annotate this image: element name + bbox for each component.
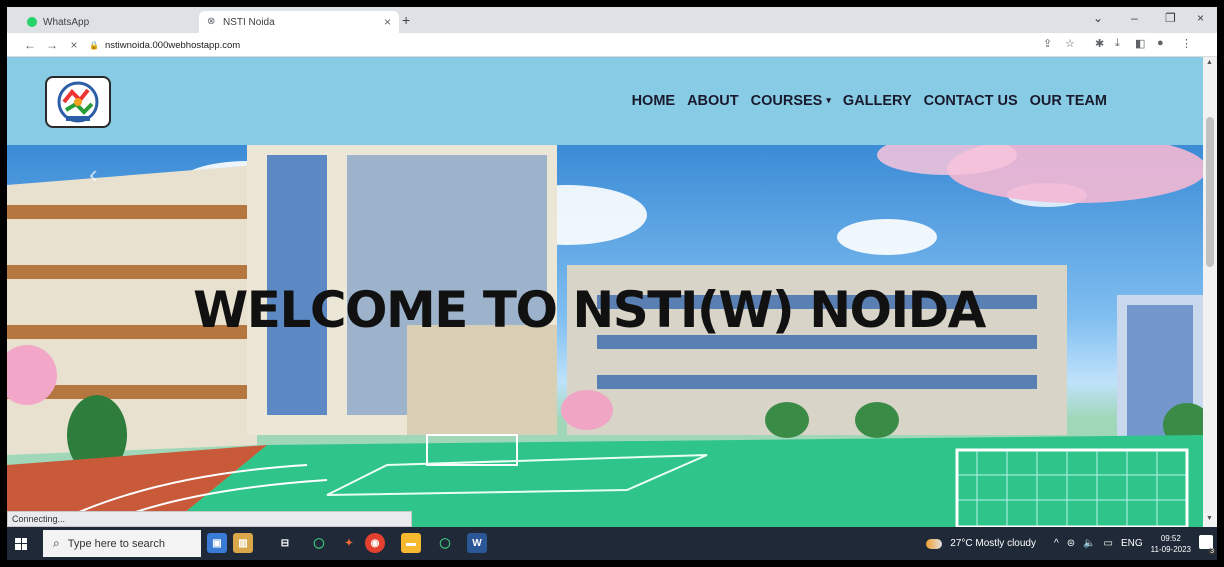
- edge-browser-icon[interactable]: ◯: [309, 533, 329, 553]
- site-logo[interactable]: [45, 76, 111, 128]
- weather-cloud-icon: [926, 538, 943, 549]
- menu-kebab-icon[interactable]: ⋮: [1181, 37, 1192, 50]
- volume-icon[interactable]: 🔈: [1083, 538, 1095, 549]
- bookmark-star-icon[interactable]: ☆: [1065, 37, 1075, 50]
- whatsapp-icon: [27, 17, 37, 27]
- books-icon[interactable]: ▥: [233, 533, 253, 553]
- nav-courses-label: COURSES: [750, 93, 823, 109]
- scroll-down-icon[interactable]: ▼: [1206, 515, 1213, 522]
- notification-badge: 3: [1208, 548, 1216, 555]
- status-bubble: Connecting...: [7, 511, 412, 527]
- carousel-prev-button[interactable]: ‹: [89, 159, 98, 190]
- search-placeholder: Type here to search: [67, 537, 165, 550]
- profile-icon[interactable]: ●: [1157, 37, 1164, 49]
- nav-our-team[interactable]: OUR TEAM: [1030, 93, 1107, 109]
- scroll-thumb[interactable]: [1206, 117, 1214, 267]
- word-icon[interactable]: W: [467, 533, 487, 553]
- clock-time: 09:52: [1160, 533, 1181, 543]
- tab-search-icon[interactable]: ⌄: [1093, 11, 1103, 25]
- tab-title: NSTI Noida: [223, 16, 275, 28]
- lock-icon: 🔒: [89, 40, 99, 50]
- tab-close-icon[interactable]: ×: [384, 15, 391, 29]
- firefox-icon[interactable]: ✦: [339, 533, 359, 553]
- clock-date: 11-09-2023: [1150, 544, 1191, 554]
- url-text: nstiwnoida.000webhostapp.com: [105, 39, 241, 51]
- browser-toolbar: ← → × 🔒 nstiwnoida.000webhostapp.com ⇪ ☆…: [7, 33, 1217, 57]
- extensions-icon[interactable]: ✱: [1095, 37, 1104, 50]
- side-panel-icon[interactable]: ◧: [1135, 37, 1145, 50]
- weather-text[interactable]: 27°C Mostly cloudy: [950, 538, 1036, 549]
- network-icon[interactable]: ⊜: [1067, 538, 1075, 549]
- hero-title: WELCOME TO NSTI(W) NOIDA: [193, 281, 986, 339]
- start-button[interactable]: [7, 527, 35, 560]
- windows-logo-icon: [15, 537, 27, 550]
- task-view-icon[interactable]: ⊟: [275, 533, 295, 553]
- battery-icon[interactable]: ▭: [1104, 538, 1113, 549]
- loading-globe-icon: ⊗: [207, 16, 216, 27]
- close-window-button[interactable]: ×: [1197, 11, 1204, 25]
- edge-dev-icon[interactable]: ◯: [435, 533, 455, 553]
- share-icon[interactable]: ⇪: [1043, 37, 1052, 50]
- nav-home[interactable]: HOME: [632, 93, 676, 109]
- nav-courses[interactable]: COURSES ▾: [751, 93, 831, 109]
- back-button[interactable]: ←: [19, 38, 41, 52]
- download-icon[interactable]: ⤓: [1115, 37, 1120, 50]
- file-explorer-icon[interactable]: ▬: [401, 533, 421, 553]
- notification-icon: [1199, 535, 1213, 549]
- windows-taskbar: ⌕ Type here to search ▣ ▥ ⊟ ◯ ✦ ◉ ▬ ◯ W …: [7, 527, 1217, 560]
- minimize-button[interactable]: –: [1131, 11, 1138, 25]
- web-page: HOME ABOUT COURSES ▾ GALLERY CONTACT US …: [7, 57, 1203, 527]
- nav-gallery[interactable]: GALLERY: [843, 93, 912, 109]
- new-tab-button[interactable]: +: [402, 12, 410, 28]
- stop-loading-button[interactable]: ×: [63, 38, 85, 52]
- scroll-up-icon[interactable]: ▲: [1206, 59, 1213, 66]
- main-nav: HOME ABOUT COURSES ▾ GALLERY CONTACT US …: [632, 93, 1107, 109]
- notification-center[interactable]: 3: [1199, 535, 1216, 555]
- tab-title: WhatsApp: [43, 16, 90, 28]
- taskbar-search[interactable]: ⌕ Type here to search: [43, 530, 201, 557]
- nav-contact-us[interactable]: CONTACT US: [924, 93, 1018, 109]
- forward-button[interactable]: →: [41, 38, 63, 52]
- tab-whatsapp[interactable]: WhatsApp ×: [19, 11, 219, 33]
- tray-chevron-icon[interactable]: ^: [1054, 538, 1059, 549]
- address-bar[interactable]: 🔒 nstiwnoida.000webhostapp.com: [89, 36, 1029, 54]
- logo-emblem-icon: [57, 81, 99, 123]
- page-scrollbar[interactable]: ▲ ▼: [1203, 57, 1217, 527]
- browser-window: WhatsApp × ⊗ NSTI Noida × + ⌄ – ❐ × ← → …: [7, 7, 1217, 560]
- language-indicator[interactable]: ENG: [1121, 538, 1143, 549]
- chrome-icon[interactable]: ◉: [365, 533, 385, 553]
- taskbar-clock[interactable]: 09:52 11-09-2023: [1151, 533, 1191, 555]
- chevron-down-icon: ▾: [826, 95, 831, 105]
- tab-nsti-noida[interactable]: ⊗ NSTI Noida ×: [199, 11, 399, 33]
- widgets-icon[interactable]: ▣: [207, 533, 227, 553]
- maximize-button[interactable]: ❐: [1165, 11, 1176, 25]
- system-tray: 27°C Mostly cloudy ^ ⊜ 🔈 ▭ ENG 09:52 11-…: [926, 527, 1216, 560]
- nav-about[interactable]: ABOUT: [687, 93, 739, 109]
- site-header: HOME ABOUT COURSES ▾ GALLERY CONTACT US …: [7, 57, 1203, 145]
- hero-carousel: ‹ WELCOME TO NSTI(W) NOIDA: [7, 145, 1203, 527]
- tab-strip: WhatsApp × ⊗ NSTI Noida × + ⌄ – ❐ ×: [7, 7, 1217, 33]
- search-icon: ⌕: [53, 536, 60, 550]
